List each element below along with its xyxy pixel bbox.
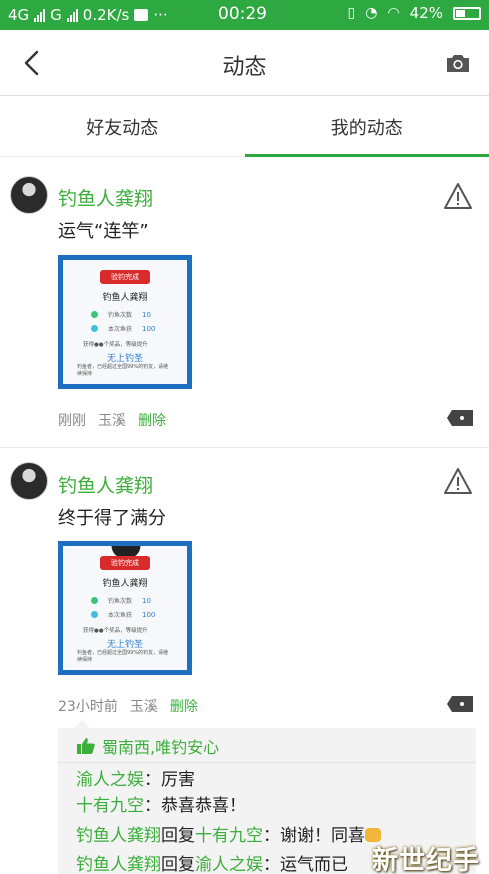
post-time: 23小时前	[58, 699, 118, 715]
watermark: 新世纪手游	[372, 846, 481, 874]
image-line: 获得●●个奖品，等级提升	[83, 342, 148, 348]
post-location: 玉溪	[98, 413, 126, 429]
comment-reply-target[interactable]: 十有九空	[195, 826, 263, 846]
post-meta: 23小时前 玉溪 删除	[58, 696, 198, 716]
vibrate-icon: ▯	[347, 5, 356, 21]
image-title-blue: 无上钓圣	[106, 354, 143, 364]
post-username[interactable]: 钓鱼人龚翔	[58, 184, 153, 211]
alarm-icon: ◔	[365, 5, 378, 21]
image-row-2: 本次鱼获 100	[91, 610, 155, 619]
likes-separator	[58, 762, 476, 763]
comment-icon[interactable]	[446, 694, 474, 714]
post-image[interactable]: 验钓完成 钓鱼人龚翔 钓鱼次数 10 本次鱼获 100 获得●●个奖品，等级提升 无…	[58, 255, 192, 389]
camera-icon[interactable]	[445, 51, 471, 75]
image-small-text: 钓鱼者，已经超过全国99%的钓友，请继续保持	[77, 364, 169, 377]
post-meta: 刚刚 玉溪 删除	[58, 410, 166, 430]
network-speed: 0.2K/s	[82, 6, 130, 24]
comment-reply-target[interactable]: 渝人之娱	[195, 855, 263, 874]
signal-icon-2	[66, 8, 78, 22]
signal-icon	[34, 8, 46, 22]
post-text: 终于得了满分	[58, 508, 166, 529]
image-small-text: 钓鱼者，已经超过全国99%的钓友，请继续保持	[77, 650, 169, 663]
report-warning-icon[interactable]	[443, 466, 473, 496]
post-image[interactable]: 验钓完成 钓鱼人龚翔 钓鱼次数 10 本次鱼获 100 获得●●个奖品，等级提升 无…	[58, 541, 192, 675]
network-type: 4G	[8, 6, 30, 24]
network-type-2: G	[50, 6, 62, 24]
wifi-icon: ◠	[387, 5, 400, 21]
delete-button[interactable]: 删除	[170, 696, 198, 716]
tab-bar: 好友动态 我的动态	[0, 97, 489, 157]
comment-item: 钓鱼人龚翔回复十有九空：谢谢！同喜	[76, 821, 381, 846]
comment-icon[interactable]	[446, 408, 474, 428]
image-title-blue: 无上钓圣	[106, 640, 143, 650]
image-ribbon: 验钓完成	[100, 270, 150, 284]
comment-user[interactable]: 渝人之娱	[76, 770, 144, 790]
report-warning-icon[interactable]	[443, 181, 473, 211]
tab-friends[interactable]: 好友动态	[0, 97, 245, 156]
image-row-1: 钓鱼次数 10	[91, 310, 151, 319]
image-name: 钓鱼人龚翔	[102, 579, 148, 589]
clock: 00:29	[218, 4, 267, 24]
delete-button[interactable]: 删除	[138, 410, 166, 430]
thumbs-up-icon	[77, 738, 95, 754]
post-username[interactable]: 钓鱼人龚翔	[58, 471, 153, 498]
likes-names[interactable]: 蜀南西,唯钓安心	[102, 734, 219, 758]
tab-mine[interactable]: 我的动态	[244, 97, 489, 157]
image-row-1: 钓鱼次数 10	[91, 596, 151, 605]
post-divider	[0, 447, 489, 448]
post-text: 运气“连竿”	[58, 221, 149, 242]
status-bar: 4G G 0.2K/s ··· 00:29 ▯ ◔ ◠ 42%	[0, 0, 489, 30]
comment-user[interactable]: 钓鱼人龚翔	[76, 826, 161, 846]
comment-item: 钓鱼人龚翔回复渝人之娱：运气而已	[76, 855, 348, 874]
comment-item: 渝人之娱：厉害	[76, 770, 195, 790]
more-icon: ···	[153, 6, 168, 24]
image-row-2: 本次鱼获 100	[91, 324, 155, 333]
post-time: 刚刚	[58, 413, 86, 429]
avatar[interactable]	[10, 462, 48, 500]
image-name: 钓鱼人龚翔	[102, 293, 148, 303]
post-location: 玉溪	[129, 699, 158, 715]
avatar[interactable]	[10, 176, 48, 214]
page-title: 动态	[222, 55, 267, 80]
likes-row: 蜀南西,唯钓安心	[76, 734, 219, 758]
comment-user[interactable]: 钓鱼人龚翔	[76, 855, 161, 874]
message-icon	[134, 9, 149, 21]
comment-user[interactable]: 十有九空	[76, 796, 144, 816]
comment-item: 十有九空：恭喜恭喜！	[76, 796, 246, 816]
nav-bar: 动态	[0, 30, 489, 96]
battery-icon	[453, 6, 481, 20]
image-ribbon: 验钓完成	[100, 556, 150, 570]
image-line: 获得●●个奖品，等级提升	[83, 628, 148, 634]
battery-percent: 42%	[409, 4, 443, 22]
